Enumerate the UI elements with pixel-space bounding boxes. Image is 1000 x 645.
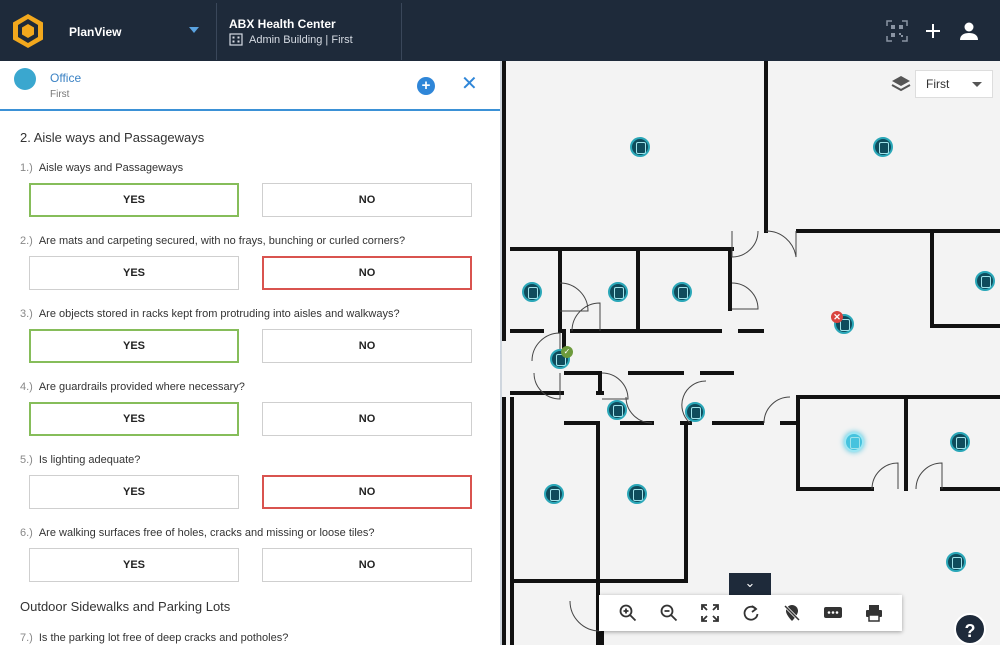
no-button[interactable]: NO — [262, 183, 472, 217]
site-subtitle: Admin Building | First — [229, 33, 353, 46]
question-number: 5.) — [20, 454, 33, 466]
app-switcher-chevron-icon[interactable] — [189, 27, 199, 33]
location-pin[interactable] — [544, 484, 564, 504]
passed-status-icon: ✓ — [561, 346, 573, 358]
location-pin[interactable] — [873, 137, 893, 157]
layers-icon[interactable] — [891, 75, 911, 93]
floor-select-value: First — [926, 77, 950, 91]
panel-header: Office First + ✕ — [0, 61, 501, 111]
toolbar-collapse-button[interactable]: ⌄ — [729, 573, 771, 595]
header-divider — [401, 3, 402, 60]
chevron-down-icon — [972, 82, 982, 87]
question-text: 5.) Is lighting adequate? — [20, 454, 140, 466]
yes-button[interactable]: YES — [29, 402, 239, 436]
inspection-panel: Office First + ✕ 2. Aisle ways and Passa… — [0, 61, 501, 645]
site-location-text: Admin Building | First — [249, 33, 353, 46]
site-title[interactable]: ABX Health Center — [229, 17, 336, 31]
question-text: 2.) Are mats and carpeting secured, with … — [20, 235, 405, 247]
floor-plan-drawing — [502, 61, 1000, 645]
no-button[interactable]: NO — [262, 329, 472, 363]
yes-button[interactable]: YES — [29, 183, 239, 217]
question-label: Are objects stored in racks kept from pr… — [38, 308, 400, 320]
question-number: 4.) — [20, 381, 33, 393]
selected-location-pin[interactable] — [844, 432, 864, 452]
location-pin[interactable] — [608, 282, 628, 302]
no-button[interactable]: NO — [262, 475, 472, 509]
floor-plan-map[interactable]: First ✕ ✓ ⌄ ? — [502, 61, 1000, 645]
header-divider — [216, 3, 217, 60]
building-icon — [229, 33, 243, 46]
planview-logo-icon[interactable] — [10, 13, 46, 49]
location-pin[interactable] — [627, 484, 647, 504]
add-icon[interactable]: + — [417, 77, 435, 95]
question-label: Is lighting adequate? — [38, 454, 141, 466]
user-icon[interactable] — [958, 20, 980, 42]
no-button[interactable]: NO — [262, 402, 472, 436]
location-pin[interactable] — [946, 552, 966, 572]
print-icon[interactable] — [862, 601, 886, 625]
question-number: 7.) — [20, 632, 33, 644]
fit-to-screen-icon[interactable] — [698, 601, 722, 625]
plus-icon[interactable] — [922, 20, 944, 42]
question-number: 1.) — [20, 162, 33, 174]
labels-icon[interactable] — [821, 601, 845, 625]
location-pin[interactable] — [950, 432, 970, 452]
help-button[interactable]: ? — [954, 613, 986, 645]
rotate-icon[interactable] — [739, 601, 763, 625]
question-text: 3.) Are objects stored in racks kept from… — [20, 308, 400, 320]
yes-button[interactable]: YES — [29, 329, 239, 363]
question-label: Are walking surfaces free of holes, crac… — [38, 527, 375, 539]
location-title: Office — [50, 71, 82, 85]
location-pin[interactable] — [522, 282, 542, 302]
failed-status-icon: ✕ — [831, 311, 843, 323]
zoom-in-icon[interactable] — [616, 601, 640, 625]
section-title: 2. Aisle ways and Passageways — [20, 130, 205, 145]
hide-pins-icon[interactable] — [780, 601, 804, 625]
location-pin[interactable] — [672, 282, 692, 302]
qr-code-icon[interactable] — [886, 20, 908, 42]
close-icon[interactable]: ✕ — [461, 74, 478, 94]
yes-button[interactable]: YES — [29, 256, 239, 290]
question-text: 6.) Are walking surfaces free of holes, c… — [20, 527, 375, 539]
no-button[interactable]: NO — [262, 548, 472, 582]
location-pin[interactable] — [975, 271, 995, 291]
question-text: 1.) Aisle ways and Passageways — [20, 162, 183, 174]
location-pin[interactable] — [630, 137, 650, 157]
question-text: 7.) Is the parking lot free of deep crack… — [20, 632, 288, 644]
yes-button[interactable]: YES — [29, 548, 239, 582]
location-marker-icon — [14, 68, 36, 90]
no-button[interactable]: NO — [262, 256, 472, 290]
top-bar: PlanView ABX Health Center Admin Buildin… — [0, 0, 1000, 61]
location-pin[interactable] — [685, 402, 705, 422]
question-label: Are guardrails provided where necessary? — [38, 381, 245, 393]
question-number: 3.) — [20, 308, 33, 320]
map-toolbar — [599, 595, 902, 631]
question-label: Is the parking lot free of deep cracks a… — [38, 632, 289, 644]
yes-button[interactable]: YES — [29, 475, 239, 509]
zoom-out-icon[interactable] — [657, 601, 681, 625]
location-pin[interactable] — [607, 400, 627, 420]
question-label: Are mats and carpeting secured, with no … — [38, 235, 406, 247]
question-number: 6.) — [20, 527, 33, 539]
app-name[interactable]: PlanView — [69, 25, 121, 39]
section-title: Outdoor Sidewalks and Parking Lots — [20, 599, 231, 614]
question-number: 2.) — [20, 235, 33, 247]
question-text: 4.) Are guardrails provided where necessa… — [20, 381, 245, 393]
location-floor: First — [50, 89, 70, 100]
floor-select[interactable]: First — [915, 70, 993, 98]
question-label: Aisle ways and Passageways — [38, 162, 184, 174]
